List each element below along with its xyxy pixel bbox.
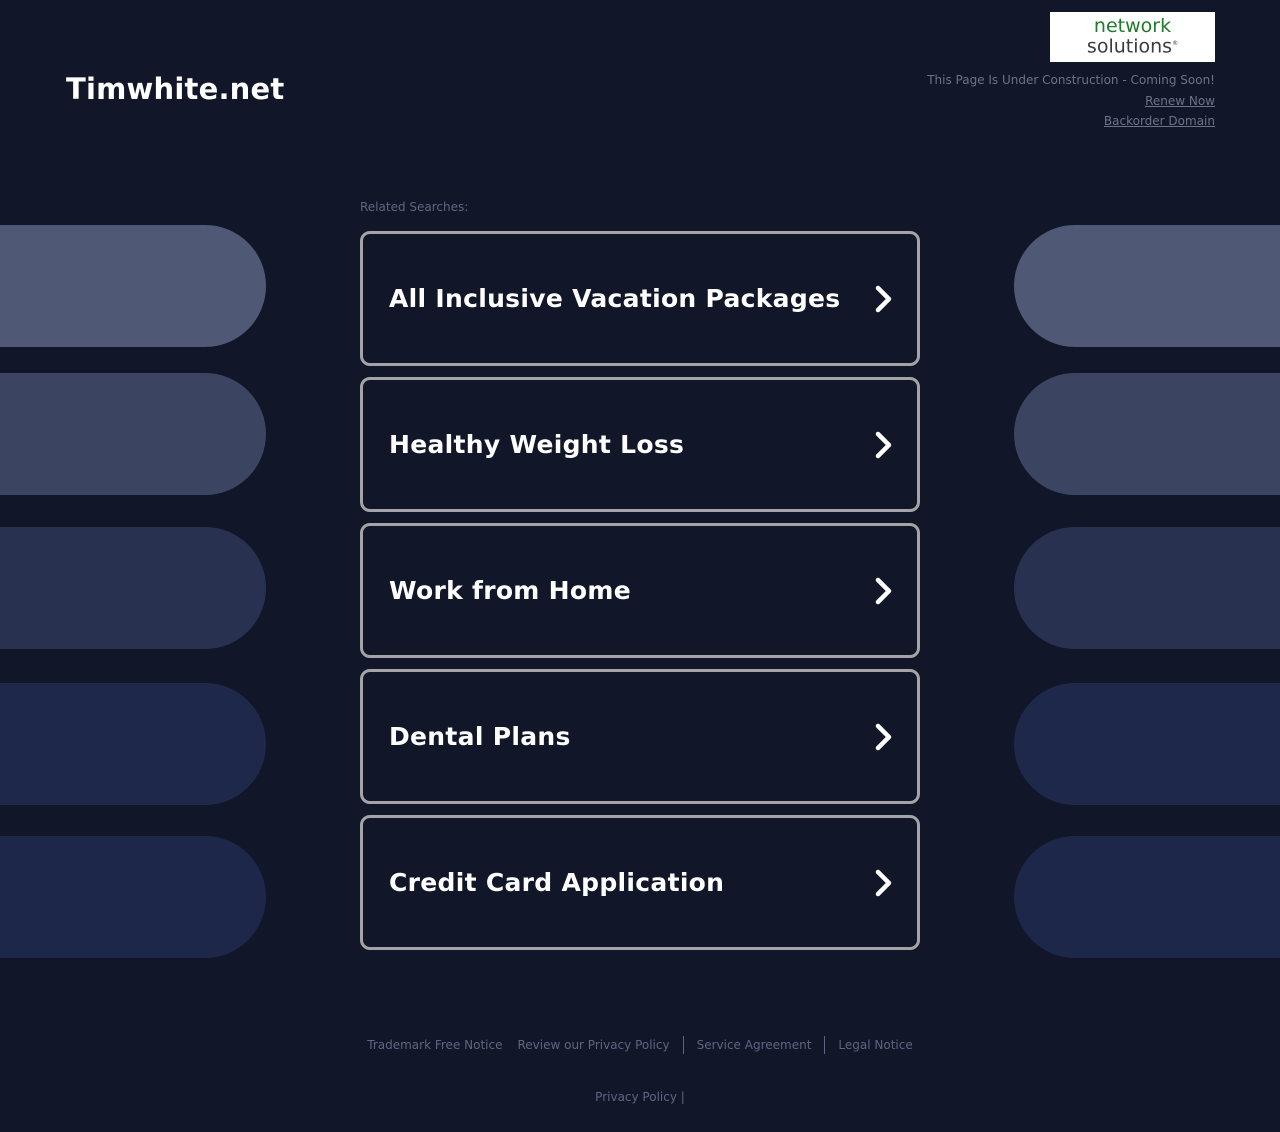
decor-pill-left-4 [0, 683, 266, 805]
logo-line-2-text: solutions [1086, 35, 1173, 58]
footer-pipe: | [680, 1090, 685, 1104]
site-title: Timwhite.net [66, 72, 285, 106]
legal-notice-link[interactable]: Legal Notice [838, 1038, 912, 1052]
related-search-link[interactable]: Credit Card Application [360, 815, 920, 950]
chevron-right-icon [875, 723, 892, 750]
related-search-label: All Inclusive Vacation Packages [389, 284, 841, 313]
decor-pill-left-3 [0, 527, 266, 649]
decor-pill-right-5 [1014, 836, 1280, 958]
logo-line-2: solutions® [1086, 35, 1179, 58]
network-solutions-logo[interactable]: network solutions® [1050, 12, 1215, 62]
header-notice-area: This Page Is Under Construction - Coming… [927, 70, 1215, 132]
chevron-right-icon [875, 285, 892, 312]
service-agreement-link[interactable]: Service Agreement [697, 1038, 812, 1052]
related-search-link[interactable]: Healthy Weight Loss [360, 377, 920, 512]
chevron-right-icon [875, 431, 892, 458]
footer-links: Trademark Free Notice Review our Privacy… [0, 1036, 1280, 1054]
decor-pill-right-3 [1014, 527, 1280, 649]
decor-pill-right-2 [1014, 373, 1280, 495]
decor-pill-right-1 [1014, 225, 1280, 347]
related-search-link[interactable]: Dental Plans [360, 669, 920, 804]
related-search-label: Healthy Weight Loss [389, 430, 685, 459]
decor-pill-left-1 [0, 225, 266, 347]
decor-pill-left-2 [0, 373, 266, 495]
registered-mark: ® [1172, 40, 1179, 48]
chevron-right-icon [875, 869, 892, 896]
related-search-label: Credit Card Application [389, 868, 725, 897]
related-search-link[interactable]: Work from Home [360, 523, 920, 658]
construction-notice: This Page Is Under Construction - Coming… [927, 73, 1215, 87]
related-search-label: Dental Plans [389, 722, 571, 751]
privacy-policy-link[interactable]: Privacy Policy [595, 1090, 677, 1104]
chevron-right-icon [875, 577, 892, 604]
footer-divider [824, 1036, 826, 1054]
related-search-link[interactable]: All Inclusive Vacation Packages [360, 231, 920, 366]
logo-line-1: network [1093, 15, 1172, 38]
decor-pill-left-5 [0, 836, 266, 958]
privacy-policy-review-link[interactable]: Review our Privacy Policy [517, 1038, 669, 1052]
renew-now-link[interactable]: Renew Now [927, 91, 1215, 112]
footer-divider [682, 1036, 684, 1054]
footer-secondary: Privacy Policy | [0, 1090, 1280, 1104]
related-search-label: Work from Home [389, 576, 631, 605]
related-searches-label: Related Searches: [360, 200, 469, 214]
related-searches-list: All Inclusive Vacation Packages Healthy … [360, 231, 920, 961]
backorder-domain-link[interactable]: Backorder Domain [927, 111, 1215, 132]
decor-pill-right-4 [1014, 683, 1280, 805]
trademark-free-notice-link[interactable]: Trademark Free Notice [367, 1038, 502, 1052]
